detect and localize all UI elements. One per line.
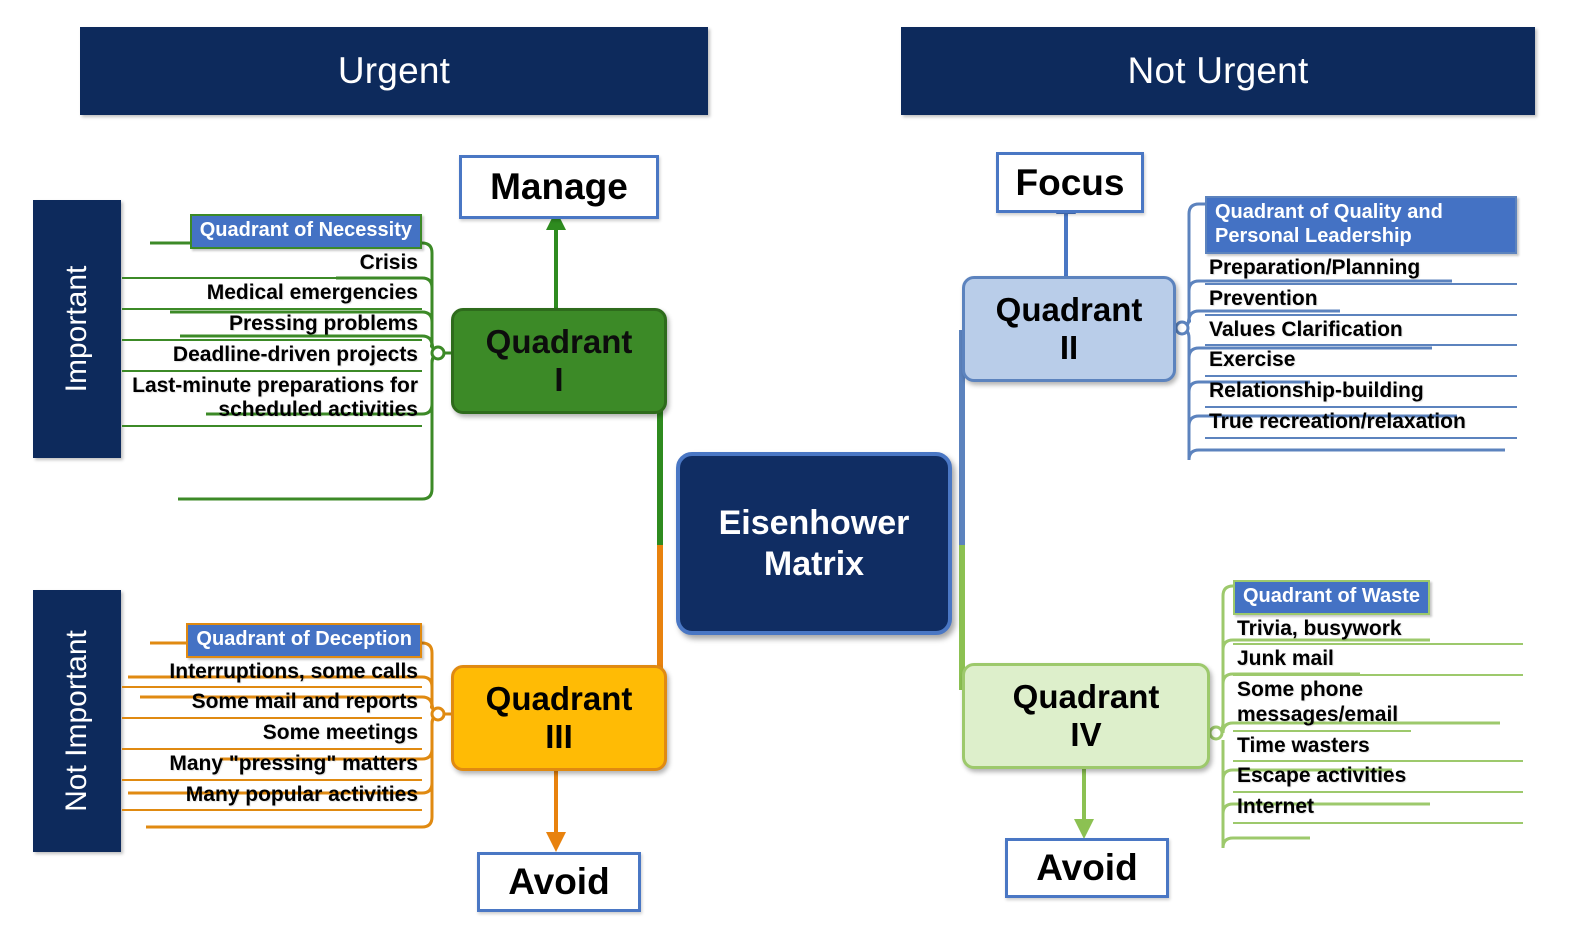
branch-item-q4-4[interactable]: Escape activities — [1233, 762, 1523, 794]
branch-list-q1: Quadrant of Necessity Crisis Medical eme… — [122, 214, 422, 428]
quadrant-node-2[interactable]: Quadrant II — [962, 276, 1176, 382]
center-node-title: Eisenhower Matrix — [719, 503, 910, 583]
branch-item-q1-0[interactable]: Crisis — [122, 249, 422, 280]
quadrant-node-4[interactable]: Quadrant IV — [962, 663, 1210, 769]
axis-header-not-important-label: Not Important — [60, 630, 93, 812]
branch-item-q2-5[interactable]: True recreation/relaxation — [1205, 408, 1517, 439]
branch-heading-q2[interactable]: Quadrant of Quality and Personal Leaders… — [1205, 196, 1517, 255]
axis-header-not-important: Not Important — [33, 590, 121, 852]
branch-item-q4-5[interactable]: Internet — [1233, 793, 1523, 824]
branch-heading-q3[interactable]: Quadrant of Deception — [186, 623, 422, 658]
branch-item-q2-1[interactable]: Prevention — [1205, 285, 1517, 316]
quadrant-node-3[interactable]: Quadrant III — [451, 665, 667, 771]
branch-item-q3-3[interactable]: Many "pressing" matters — [122, 750, 422, 781]
branch-hub-q1 — [430, 345, 446, 361]
branch-heading-q4[interactable]: Quadrant of Waste — [1233, 580, 1431, 615]
action-box-avoid-right-label: Avoid — [1036, 847, 1138, 888]
action-box-manage[interactable]: Manage — [459, 155, 659, 219]
branch-item-q3-4[interactable]: Many popular activities — [122, 781, 422, 812]
branch-item-q2-0[interactable]: Preparation/Planning — [1205, 254, 1517, 285]
branch-head-wrap-q4: Quadrant of Waste — [1233, 580, 1523, 615]
quadrant-node-1[interactable]: Quadrant I — [451, 308, 667, 414]
axis-header-important-label: Important — [60, 265, 93, 393]
action-box-focus[interactable]: Focus — [996, 152, 1144, 213]
branch-list-q2: Quadrant of Quality and Personal Leaders… — [1205, 196, 1517, 439]
branch-item-q2-4[interactable]: Relationship-building — [1205, 377, 1517, 409]
action-box-focus-label: Focus — [1015, 161, 1125, 203]
branch-hub-q4 — [1208, 725, 1224, 741]
branch-item-q2-3[interactable]: Exercise — [1205, 346, 1517, 378]
center-node-title-line2: Matrix — [763, 544, 865, 583]
center-node-eisenhower-matrix[interactable]: Eisenhower Matrix — [676, 452, 952, 635]
quadrant-node-1-line2: I — [554, 361, 564, 398]
branch-item-q1-4[interactable]: Last-minute preparations for scheduled a… — [122, 372, 422, 428]
branch-hub-q3 — [430, 706, 446, 722]
action-box-avoid-left-label: Avoid — [508, 861, 610, 902]
center-node-title-line1: Eisenhower — [718, 504, 910, 543]
quadrant-node-2-line2: II — [1059, 329, 1079, 366]
branch-item-q4-0[interactable]: Trivia, busywork — [1233, 615, 1523, 646]
quadrant-node-4-label: Quadrant IV — [1013, 678, 1160, 754]
quadrant-node-4-line2: IV — [1070, 716, 1102, 753]
branch-head-wrap-q1: Quadrant of Necessity — [122, 214, 422, 249]
action-box-avoid-right[interactable]: Avoid — [1005, 838, 1169, 898]
action-box-manage-label: Manage — [490, 166, 628, 207]
quadrant-node-3-label: Quadrant III — [486, 680, 633, 756]
eisenhower-matrix-diagram: Urgent Not Urgent Important Not Importan… — [0, 0, 1572, 929]
quadrant-node-2-line1: Quadrant — [995, 291, 1143, 329]
branch-item-q3-1[interactable]: Some mail and reports — [122, 688, 422, 720]
quadrant-node-4-line1: Quadrant — [1012, 678, 1160, 716]
quadrant-node-3-line2: III — [545, 718, 573, 755]
branch-item-q1-3[interactable]: Deadline-driven projects — [122, 341, 422, 372]
quadrant-node-1-label: Quadrant I — [486, 323, 633, 399]
quadrant-node-3-line1: Quadrant — [485, 680, 633, 718]
branch-head-wrap-q2: Quadrant of Quality and Personal Leaders… — [1205, 196, 1517, 255]
axis-header-urgent-label: Urgent — [337, 50, 451, 91]
axis-header-important: Important — [33, 200, 121, 458]
branch-item-q3-0[interactable]: Interruptions, some calls — [122, 658, 422, 689]
branch-item-q3-2[interactable]: Some meetings — [122, 719, 422, 750]
quadrant-node-2-label: Quadrant II — [996, 291, 1143, 367]
axis-header-not-urgent: Not Urgent — [901, 27, 1535, 115]
branch-item-q1-2[interactable]: Pressing problems — [122, 310, 422, 341]
axis-header-urgent: Urgent — [80, 27, 708, 115]
branch-head-wrap-q3: Quadrant of Deception — [122, 623, 422, 658]
branch-item-q1-1[interactable]: Medical emergencies — [122, 279, 422, 311]
branch-list-q3: Quadrant of Deception Interruptions, som… — [122, 623, 422, 812]
branch-item-q4-1[interactable]: Junk mail — [1233, 645, 1523, 677]
branch-item-q4-3[interactable]: Time wasters — [1233, 732, 1523, 763]
axis-header-not-urgent-label: Not Urgent — [1127, 50, 1309, 91]
quadrant-node-1-line1: Quadrant — [485, 323, 633, 361]
branch-hub-q2 — [1174, 320, 1190, 336]
action-box-avoid-left[interactable]: Avoid — [477, 852, 641, 912]
branch-item-q4-2[interactable]: Some phone messages/email — [1233, 676, 1411, 732]
branch-item-q2-2[interactable]: Values Clarification — [1205, 316, 1517, 347]
branch-list-q4: Quadrant of Waste Trivia, busywork Junk … — [1233, 580, 1523, 824]
branch-heading-q1[interactable]: Quadrant of Necessity — [189, 214, 422, 249]
